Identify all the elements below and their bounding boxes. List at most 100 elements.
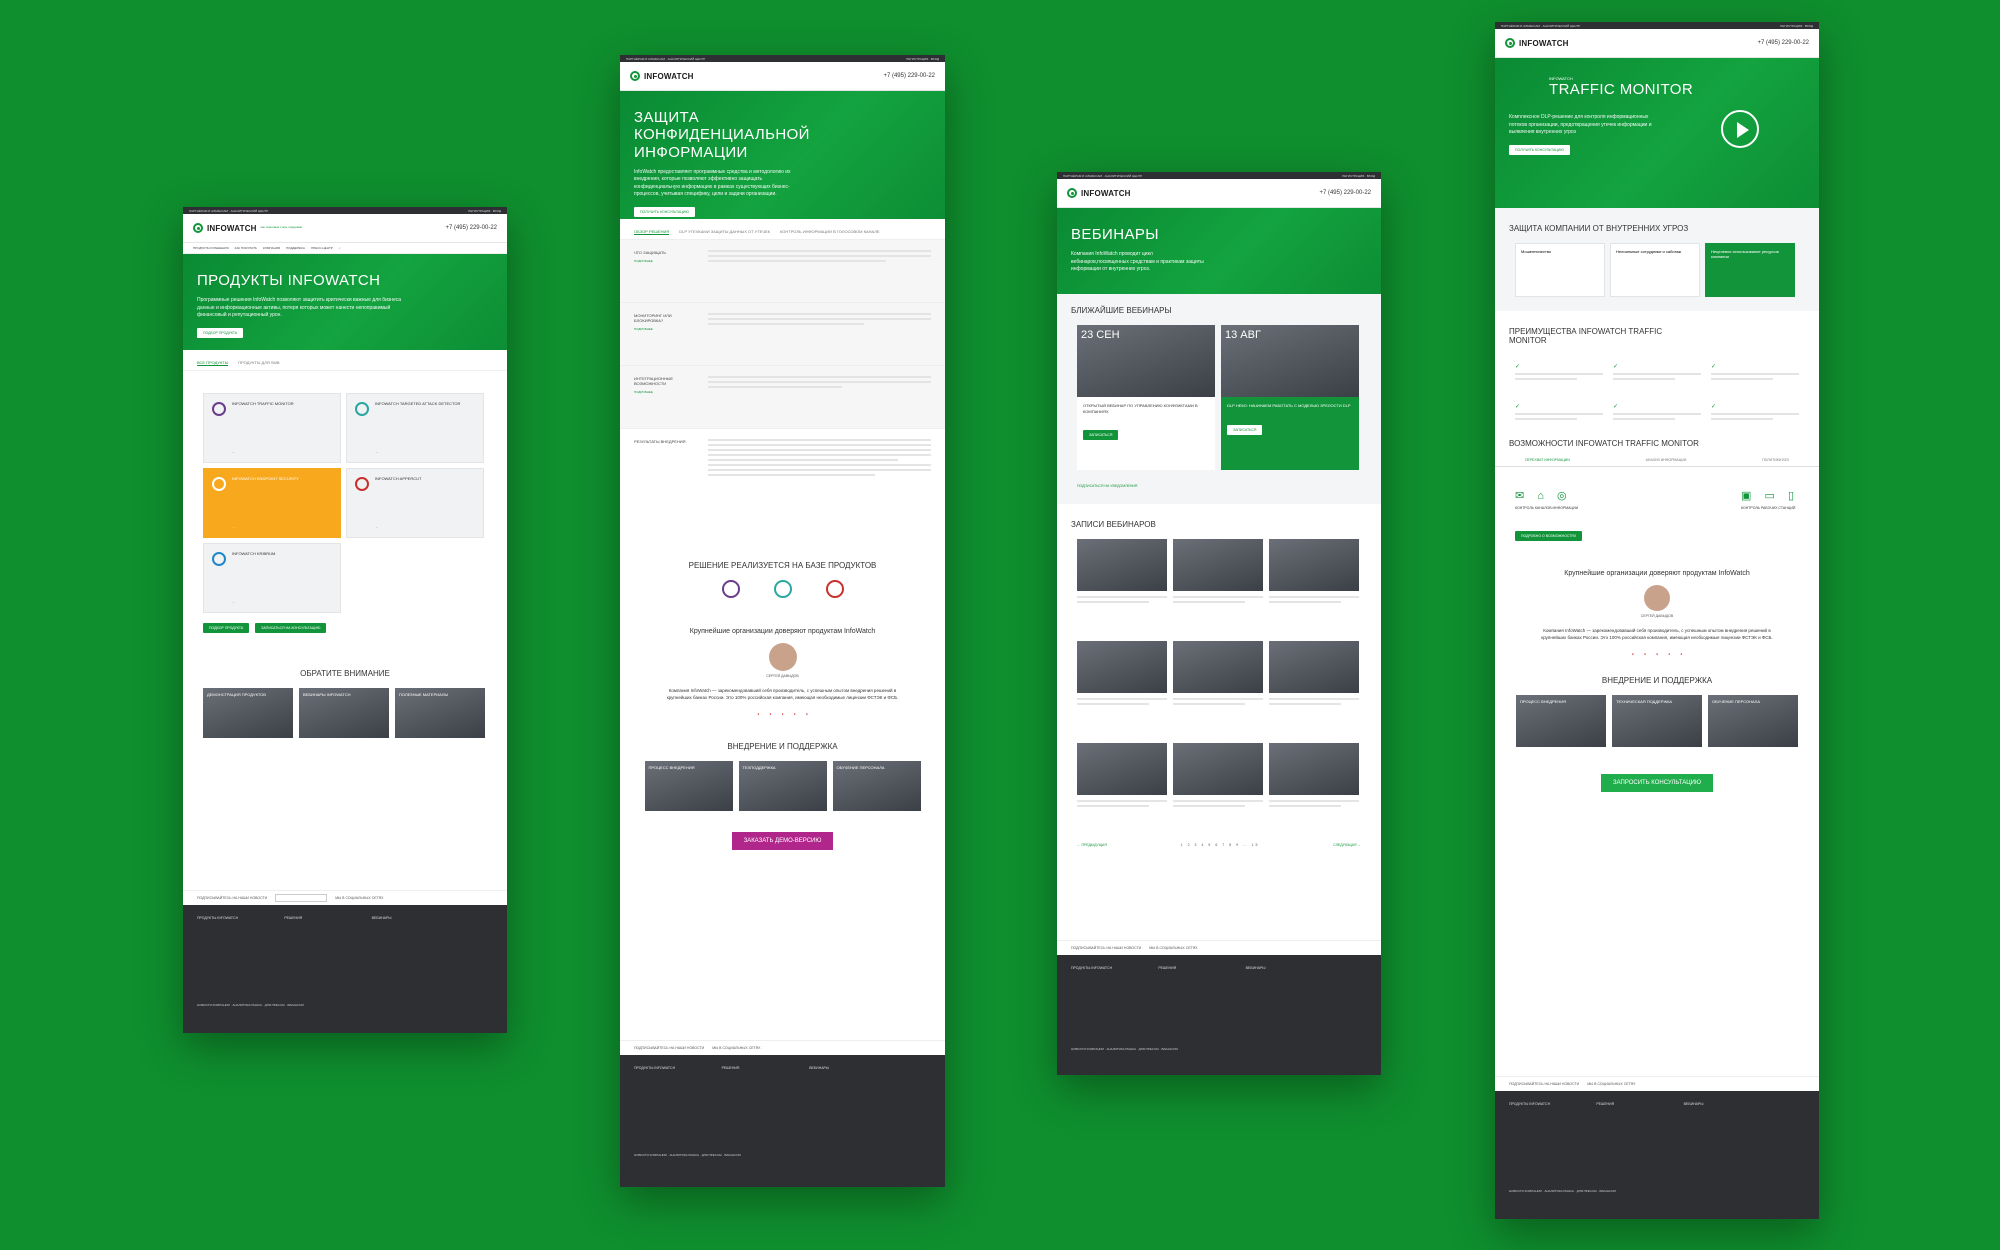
- record-card[interactable]: [1077, 743, 1167, 839]
- search-icon[interactable]: ⌕: [339, 246, 341, 250]
- threat-card[interactable]: Мошенничество: [1515, 243, 1605, 297]
- topbar-auth[interactable]: РЕГИСТРАЦИЯ · ВХОД: [1342, 174, 1375, 178]
- topbar-auth[interactable]: РЕГИСТРАЦИЯ · ВХОД: [906, 57, 939, 61]
- page-number[interactable]: 3: [1195, 843, 1199, 847]
- promo-webinars[interactable]: ВЕБИНАРЫ INFOWATCH: [299, 688, 389, 738]
- traffic-monitor-icon[interactable]: [721, 580, 740, 598]
- record-card[interactable]: [1173, 743, 1263, 839]
- request-consultation-button[interactable]: ЗАПРОСИТЬ КОНСУЛЬТАЦИЮ: [1600, 773, 1714, 792]
- record-card[interactable]: [1269, 641, 1359, 737]
- details-link[interactable]: →: [232, 600, 235, 604]
- nav-item[interactable]: ПОДДЕРЖКА: [286, 246, 305, 250]
- topbar-auth[interactable]: РЕГИСТРАЦИЯ · ВХОД: [1780, 24, 1813, 28]
- footer-bottom[interactable]: НОВОСТИ КОМПАНИИ · АНАЛИТИКА РЫНКА · ДЛЯ…: [197, 1003, 493, 1007]
- record-card[interactable]: [1269, 539, 1359, 635]
- tab-smb-products[interactable]: ПРОДУКТЫ ДЛЯ SMB: [238, 360, 279, 366]
- hero: INFOWATCH TRAFFIC MONITOR Комплексное DL…: [1495, 58, 1819, 208]
- page-numbers: 1 2 3 4 5 6 7 8 9 … 15: [1181, 843, 1260, 847]
- register-button[interactable]: ЗАПИСАТЬСЯ: [1083, 430, 1119, 441]
- threat-card[interactable]: Нецелевое использование ресурсов компани…: [1705, 243, 1795, 297]
- consultation-button[interactable]: ПОЛУЧИТЬ КОНСУЛЬТАЦИЮ: [1509, 144, 1570, 155]
- page-number[interactable]: 6: [1215, 843, 1219, 847]
- details-link[interactable]: →: [232, 450, 235, 454]
- tab-interception[interactable]: ПЕРЕХВАТ ИНФОРМАЦИИ: [1525, 458, 1570, 462]
- product-card-appercut[interactable]: INFOWATCH APPERCUT →: [346, 468, 484, 538]
- footer-bottom[interactable]: НОВОСТИ КОМПАНИИ · АНАЛИТИКА РЫНКА · ДЛЯ…: [1071, 1047, 1367, 1051]
- record-card[interactable]: [1173, 539, 1263, 635]
- logo[interactable]: INFOWATCH: [1505, 38, 1569, 48]
- product-card-targeted-attack-detector[interactable]: INFOWATCH TARGETED ATTACK DETECTOR →: [346, 393, 484, 463]
- product-card-kribrum[interactable]: INFOWATCH KRIBRUM →: [203, 543, 341, 613]
- support-card[interactable]: ОБУЧЕНИЕ ПЕРСОНАЛА: [832, 760, 921, 811]
- logo[interactable]: INFOWATCH мы помогаем стать лидерами: [193, 223, 302, 233]
- page-number[interactable]: 4: [1201, 843, 1205, 847]
- details-link[interactable]: →: [375, 525, 378, 529]
- page-number[interactable]: 7: [1222, 843, 1226, 847]
- record-card[interactable]: [1077, 641, 1167, 737]
- select-product-button-2[interactable]: ПОДБОР ПРОДУКТА: [203, 623, 250, 633]
- support-card[interactable]: ПРОЦЕСС ВНЕДРЕНИЯ: [1516, 694, 1606, 747]
- event-card[interactable]: 13 АВГ DLP НЕ5О: НАЧИНАЕМ РАБОТАТЬ С МОД…: [1221, 325, 1359, 470]
- consultation-button[interactable]: ПОЛУЧИТЬ КОНСУЛЬТАЦИЮ: [634, 206, 695, 217]
- row-link[interactable]: ПОДРОБНЕЕ: [634, 259, 696, 263]
- page-number[interactable]: 8: [1229, 843, 1233, 847]
- logo[interactable]: INFOWATCH: [1067, 188, 1131, 198]
- nav-item[interactable]: ПРОДУКТЫ И РЕШЕНИЯ: [193, 246, 229, 250]
- select-product-button[interactable]: ПОДБОР ПРОДУКТА: [197, 327, 244, 338]
- topbar-links[interactable]: ПАРТНЁРАМ И АЛЬЯНСАМ · АНАЛИТИЧЕСКИЙ ЦЕН…: [1063, 174, 1142, 178]
- tab-overview[interactable]: ОБЗОР РЕШЕНИЯ: [634, 229, 670, 235]
- next-page-link[interactable]: СЛЕДУЮЩАЯ →: [1333, 843, 1361, 847]
- email-input[interactable]: [275, 894, 328, 902]
- page-number[interactable]: 9: [1236, 843, 1240, 847]
- play-video-icon[interactable]: [1721, 110, 1759, 148]
- topbar-links[interactable]: ПАРТНЁРАМ И АЛЬЯНСАМ · АНАЛИТИЧЕСКИЙ ЦЕН…: [1501, 24, 1580, 28]
- appercut-icon[interactable]: [825, 580, 844, 598]
- tab-voice[interactable]: КОНТРОЛЬ ИНФОРМАЦИИ В ГОЛОСОВОМ КАНАЛЕ: [780, 229, 880, 235]
- details-link[interactable]: →: [375, 450, 378, 454]
- phone-number[interactable]: +7 (495) 229-00-22: [445, 225, 497, 231]
- prev-page-link[interactable]: ← ПРЕДЫДУЩАЯ: [1077, 843, 1107, 847]
- page-number[interactable]: 1: [1181, 843, 1185, 847]
- promo-materials[interactable]: ПОЛЕЗНЫЕ МАТЕРИАЛЫ: [395, 688, 485, 738]
- row-link[interactable]: ПОДРОБНЕЕ: [634, 390, 696, 394]
- tab-dlp[interactable]: DLP УТЕЧКАМИ ЗАЩИТЫ ДАННЫХ ОТ УТЕЧЕК: [679, 229, 770, 235]
- record-card[interactable]: [1173, 641, 1263, 737]
- record-card[interactable]: [1269, 743, 1359, 839]
- footer-bottom[interactable]: НОВОСТИ КОМПАНИИ · АНАЛИТИКА РЫНКА · ДЛЯ…: [1509, 1189, 1805, 1193]
- tab-analysis[interactable]: АНАЛИЗ ИНФОРМАЦИИ: [1646, 458, 1687, 462]
- tab-all-products[interactable]: ВСЕ ПРОДУКТЫ: [197, 360, 229, 366]
- threat-card[interactable]: Нелояльные сотрудники и саботаж: [1610, 243, 1700, 297]
- more-capabilities-button[interactable]: ПОДРОБНО О ВОЗМОЖНОСТЯХ: [1515, 531, 1583, 541]
- page-number[interactable]: 5: [1208, 843, 1212, 847]
- promo-demo[interactable]: ДЕМОНСТРАЦИЯ ПРОДУКТОВ: [203, 688, 293, 738]
- details-link[interactable]: →: [232, 525, 235, 529]
- topbar-links[interactable]: ПАРТНЁРАМ И АЛЬЯНСАМ · АНАЛИТИЧЕСКИЙ ЦЕН…: [626, 57, 705, 61]
- support-card[interactable]: ПРОЦЕСС ВНЕДРЕНИЯ: [644, 760, 733, 811]
- attack-detector-icon[interactable]: [773, 580, 792, 598]
- nav-item[interactable]: КОМПАНИЯ: [263, 246, 280, 250]
- register-button[interactable]: ЗАПИСАТЬСЯ: [1227, 424, 1263, 435]
- topbar-auth[interactable]: РЕГИСТРАЦИЯ · ВХОД: [468, 209, 501, 213]
- logo[interactable]: INFOWATCH: [630, 71, 694, 81]
- phone-number[interactable]: +7 (495) 229-00-22: [1757, 40, 1809, 46]
- order-demo-button[interactable]: ЗАКАЗАТЬ ДЕМО-ВЕРСИЮ: [731, 831, 834, 850]
- tab-policies[interactable]: ПОЛИТИКИ БЕЗ: [1762, 458, 1789, 462]
- nav-item[interactable]: ПРЕСС-ЦЕНТР: [311, 246, 333, 250]
- page-number[interactable]: 2: [1188, 843, 1192, 847]
- event-card[interactable]: 23 СЕН ОТКРЫТЫЙ ВЕБИНАР ПО УПРАВЛЕНИЮ КО…: [1077, 325, 1215, 470]
- footer-bottom[interactable]: НОВОСТИ КОМПАНИИ · АНАЛИТИКА РЫНКА · ДЛЯ…: [634, 1153, 931, 1157]
- consultation-button[interactable]: ЗАПИСАТЬСЯ НА КОНСУЛЬТАЦИЮ: [255, 623, 327, 633]
- phone-number[interactable]: +7 (495) 229-00-22: [883, 73, 935, 79]
- product-card-traffic-monitor[interactable]: INFOWATCH TRAFFIC MONITOR →: [203, 393, 341, 463]
- support-card[interactable]: ТЕХНИЧЕСКАЯ ПОДДЕРЖКА: [1612, 694, 1702, 747]
- row-link[interactable]: ПОДРОБНЕЕ: [634, 327, 696, 331]
- product-card-endpoint-security[interactable]: INFOWATCH ENDPOINT SECURITY →: [203, 468, 341, 538]
- record-card[interactable]: [1077, 539, 1167, 635]
- subscribe-notifications-link[interactable]: ПОДПИСАТЬСЯ НА УВЕДОМЛЕНИЯ: [1057, 470, 1381, 496]
- support-card[interactable]: ТЕХПОДДЕРЖКА: [738, 760, 827, 811]
- support-card[interactable]: ОБУЧЕНИЕ ПЕРСОНАЛА: [1708, 694, 1798, 747]
- topbar-links[interactable]: ПАРТНЁРАМ И АЛЬЯНСАМ · АНАЛИТИЧЕСКИЙ ЦЕН…: [189, 209, 268, 213]
- page-number[interactable]: 15: [1252, 843, 1260, 847]
- nav-item[interactable]: КАК ПОКУПАТЬ: [235, 246, 257, 250]
- phone-number[interactable]: +7 (495) 229-00-22: [1319, 190, 1371, 196]
